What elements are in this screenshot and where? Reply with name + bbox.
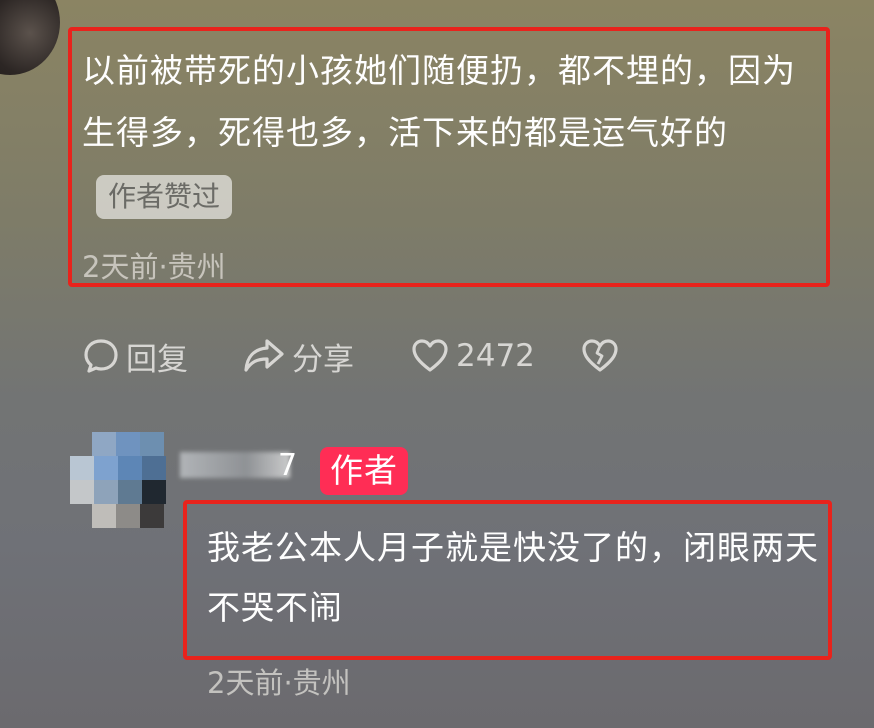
heart-icon [410, 337, 450, 375]
author-liked-badge: 作者赞过 [96, 174, 233, 219]
comment-body: 以前被带死的小孩她们随便扔，都不埋的，因为生得多，死得也多，活下来的都是运气好的… [82, 40, 827, 226]
commenter-avatar[interactable] [0, 0, 60, 75]
commenter-username[interactable] [90, 0, 100, 17]
share-button[interactable]: 分享 [242, 334, 410, 379]
like-count: 2472 [456, 338, 535, 374]
like-button[interactable]: 2472 [410, 337, 580, 375]
comment-bubble-icon [82, 337, 120, 375]
comment-text: 以前被带死的小孩她们随便扔，都不埋的，因为生得多，死得也多，活下来的都是运气好的 [82, 51, 796, 152]
comment-meta: 2天前·贵州 [82, 250, 226, 284]
broken-heart-icon [580, 337, 620, 375]
author-badge: 作者 [320, 447, 408, 495]
reply-username-tail: 7 [278, 448, 298, 483]
comment-actions: 回复 分享 2472 [82, 332, 620, 380]
reply-avatar[interactable] [70, 432, 180, 542]
reply-label: 回复 [126, 341, 188, 378]
reply-meta: 2天前·贵州 [207, 666, 351, 700]
share-label: 分享 [292, 341, 354, 378]
reply-text: 我老公本人月子就是快没了的，闭眼两天不哭不闹 [207, 528, 819, 627]
dislike-button[interactable] [580, 337, 620, 375]
share-arrow-icon [242, 337, 286, 375]
reply-button[interactable]: 回复 [82, 334, 242, 379]
reply-username-blurred[interactable] [180, 452, 290, 478]
